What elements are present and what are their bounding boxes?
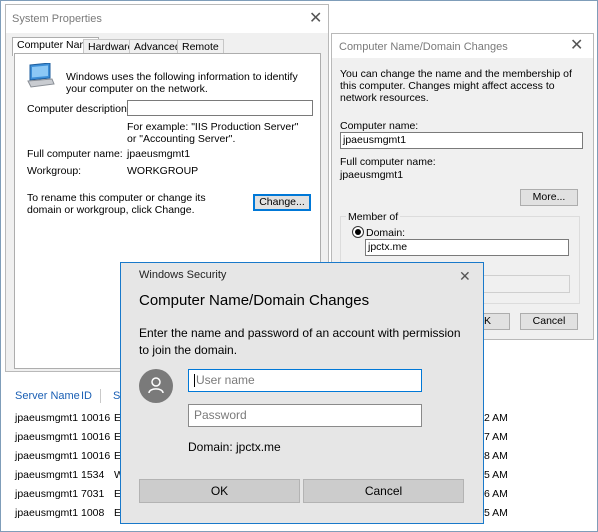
workgroup-label: Workgroup:	[27, 165, 82, 177]
cancel-button[interactable]: Cancel	[520, 313, 578, 330]
full-name-value: jpaeusmgmt1	[127, 148, 191, 160]
cell-server-name: jpaeusmgmt1	[15, 488, 79, 500]
cell-time: 5 AM	[484, 507, 508, 519]
domain-text: Domain: jpctx.me	[188, 440, 281, 454]
user-avatar-icon	[139, 369, 173, 403]
close-icon[interactable]: ✕	[570, 38, 583, 54]
computer-name-label: Computer name:	[340, 120, 419, 132]
cell-id: 10016	[81, 450, 111, 462]
example-text: For example: "IIS Production Server" or …	[127, 121, 299, 145]
computer-description-input[interactable]	[127, 100, 313, 116]
window-title: System Properties	[12, 13, 102, 25]
column-header-id[interactable]: ID	[81, 390, 92, 402]
domain-label: Domain:	[366, 227, 406, 239]
close-icon[interactable]: ✕	[459, 268, 471, 284]
member-of-label: Member of	[346, 211, 401, 223]
cell-id: 10016	[81, 431, 111, 443]
computer-icon	[26, 62, 56, 89]
cell-id: 7031	[81, 488, 105, 500]
username-placeholder: User name	[196, 373, 255, 387]
cell-id: 1008	[81, 507, 105, 519]
username-input[interactable]: User name	[188, 369, 422, 392]
dialog-title: Computer Name/Domain Changes	[339, 41, 508, 53]
cell-time: 2 AM	[484, 412, 508, 424]
cell-time: 8 AM	[484, 450, 508, 462]
rename-text: To rename this computer or change its do…	[27, 192, 206, 216]
cell-id: 10016	[81, 412, 111, 424]
windows-security-dialog: Windows Security ✕ Computer Name/Domain …	[120, 262, 484, 524]
password-input[interactable]: Password	[188, 404, 422, 427]
password-placeholder: Password	[194, 408, 247, 422]
description-label: Computer description:	[27, 103, 130, 115]
domain-value: jpctx.me	[368, 241, 408, 253]
ok-button-label: K	[483, 315, 491, 327]
cell-time: 5 AM	[484, 469, 508, 481]
cell-server-name: jpaeusmgmt1	[15, 469, 79, 481]
column-header-server-name[interactable]: Server Name	[15, 390, 80, 402]
ok-button[interactable]: OK	[139, 479, 300, 503]
security-dialog-heading: Computer Name/Domain Changes	[139, 292, 370, 309]
cell-time: 6 AM	[484, 488, 508, 500]
system-properties-titlebar[interactable]: System Properties ✕	[6, 5, 328, 33]
domain-input[interactable]: jpctx.me	[365, 239, 569, 256]
intro-text: Windows uses the following information t…	[66, 71, 298, 95]
cell-server-name: jpaeusmgmt1	[15, 507, 79, 519]
computer-name-dialog-titlebar[interactable]: Computer Name/Domain Changes ✕	[332, 34, 593, 58]
cell-id: 1534	[81, 469, 105, 481]
more-button[interactable]: More...	[520, 189, 578, 206]
full-name-label: Full computer name:	[27, 148, 123, 160]
workgroup-value: WORKGROUP	[127, 165, 199, 177]
cancel-button[interactable]: Cancel	[303, 479, 464, 503]
full-name-value: jpaeusmgmt1	[340, 169, 404, 181]
security-dialog-title: Windows Security	[139, 269, 227, 281]
cell-server-name: jpaeusmgmt1	[15, 450, 79, 462]
computer-name-value: jpaeusmgmt1	[343, 134, 407, 146]
security-dialog-message: Enter the name and password of an accoun…	[139, 326, 461, 357]
cell-time: 7 AM	[484, 431, 508, 443]
domain-radio[interactable]	[352, 226, 364, 238]
text-cursor	[194, 374, 195, 388]
change-button[interactable]: Change...	[253, 194, 311, 211]
cell-server-name: jpaeusmgmt1	[15, 412, 79, 424]
close-icon[interactable]: ✕	[309, 11, 322, 27]
cell-server-name: jpaeusmgmt1	[15, 431, 79, 443]
dialog-intro: You can change the name and the membersh…	[340, 68, 572, 104]
column-divider	[100, 389, 101, 403]
full-name-label: Full computer name:	[340, 156, 436, 168]
computer-name-input[interactable]: jpaeusmgmt1	[340, 132, 583, 149]
